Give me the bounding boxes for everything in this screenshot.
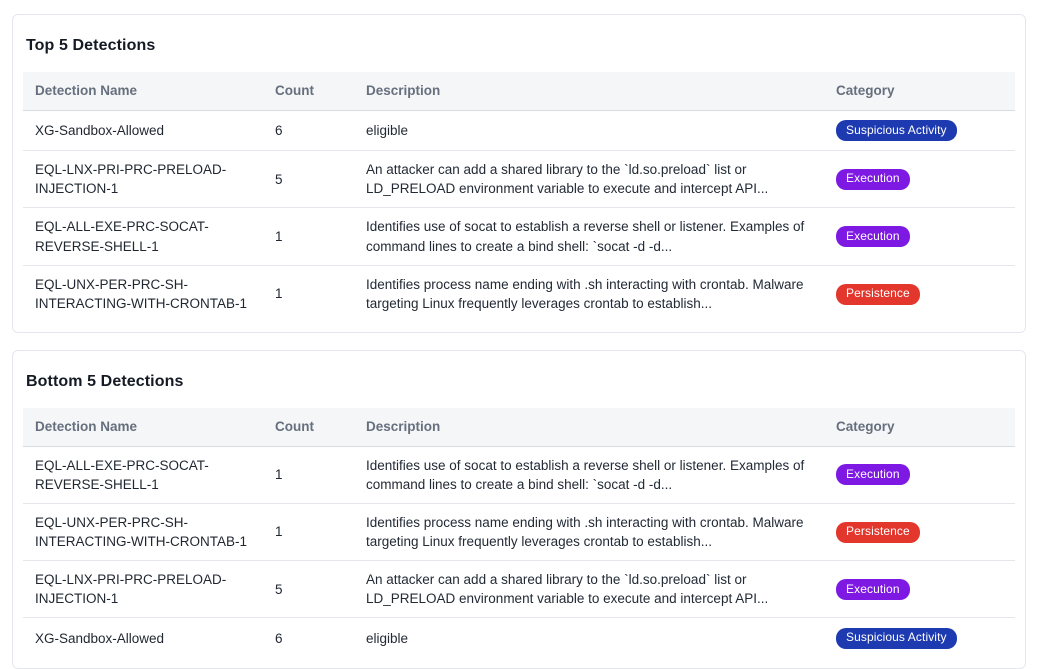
detection-name-cell: XG-Sandbox-Allowed: [23, 618, 263, 658]
description-cell: eligible: [354, 618, 824, 658]
detection-name-cell: EQL-LNX-PRI-PRC-PRELOAD-INJECTION-1: [23, 151, 263, 208]
bottom-detections-card: Bottom 5 Detections Detection Name Count…: [12, 350, 1026, 669]
column-header-description: Description: [354, 72, 824, 110]
table-row: EQL-ALL-EXE-PRC-SOCAT-REVERSE-SHELL-1 1 …: [23, 446, 1015, 503]
category-cell: Persistence: [824, 503, 1015, 560]
table-header-row: Detection Name Count Description Categor…: [23, 408, 1015, 446]
category-cell: Execution: [824, 208, 1015, 265]
top-detections-card: Top 5 Detections Detection Name Count De…: [12, 14, 1026, 333]
category-cell: Execution: [824, 561, 1015, 618]
description-cell: An attacker can add a shared library to …: [354, 561, 824, 618]
count-cell: 5: [263, 561, 354, 618]
category-cell: Suspicious Activity: [824, 110, 1015, 151]
category-badge: Persistence: [836, 284, 920, 305]
count-cell: 1: [263, 446, 354, 503]
category-badge: Suspicious Activity: [836, 120, 957, 141]
column-header-count: Count: [263, 408, 354, 446]
detection-name-cell: EQL-ALL-EXE-PRC-SOCAT-REVERSE-SHELL-1: [23, 446, 263, 503]
category-cell: Suspicious Activity: [824, 618, 1015, 658]
bottom-detections-title: Bottom 5 Detections: [23, 361, 1015, 408]
table-row: EQL-LNX-PRI-PRC-PRELOAD-INJECTION-1 5 An…: [23, 151, 1015, 208]
table-row: EQL-ALL-EXE-PRC-SOCAT-REVERSE-SHELL-1 1 …: [23, 208, 1015, 265]
count-cell: 6: [263, 110, 354, 151]
description-cell: Identifies use of socat to establish a r…: [354, 446, 824, 503]
description-cell: Identifies process name ending with .sh …: [354, 265, 824, 322]
category-badge: Execution: [836, 226, 910, 247]
category-badge: Execution: [836, 169, 910, 190]
detection-name-cell: EQL-ALL-EXE-PRC-SOCAT-REVERSE-SHELL-1: [23, 208, 263, 265]
column-header-detection-name: Detection Name: [23, 72, 263, 110]
detection-name-cell: EQL-LNX-PRI-PRC-PRELOAD-INJECTION-1: [23, 561, 263, 618]
column-header-detection-name: Detection Name: [23, 408, 263, 446]
category-badge: Persistence: [836, 522, 920, 543]
count-cell: 1: [263, 265, 354, 322]
table-row: EQL-LNX-PRI-PRC-PRELOAD-INJECTION-1 5 An…: [23, 561, 1015, 618]
table-row: XG-Sandbox-Allowed 6 eligible Suspicious…: [23, 618, 1015, 658]
description-cell: eligible: [354, 110, 824, 151]
bottom-detections-table: Detection Name Count Description Categor…: [23, 408, 1015, 658]
category-badge: Execution: [836, 464, 910, 485]
table-row: EQL-UNX-PER-PRC-SH-INTERACTING-WITH-CRON…: [23, 503, 1015, 560]
category-cell: Execution: [824, 151, 1015, 208]
description-cell: Identifies use of socat to establish a r…: [354, 208, 824, 265]
detection-name-cell: XG-Sandbox-Allowed: [23, 110, 263, 151]
top-detections-table: Detection Name Count Description Categor…: [23, 72, 1015, 322]
column-header-category: Category: [824, 408, 1015, 446]
category-cell: Execution: [824, 446, 1015, 503]
detection-name-cell: EQL-UNX-PER-PRC-SH-INTERACTING-WITH-CRON…: [23, 265, 263, 322]
category-cell: Persistence: [824, 265, 1015, 322]
description-cell: Identifies process name ending with .sh …: [354, 503, 824, 560]
count-cell: 1: [263, 503, 354, 560]
column-header-description: Description: [354, 408, 824, 446]
description-cell: An attacker can add a shared library to …: [354, 151, 824, 208]
column-header-category: Category: [824, 72, 1015, 110]
category-badge: Execution: [836, 579, 910, 600]
table-header-row: Detection Name Count Description Categor…: [23, 72, 1015, 110]
table-row: EQL-UNX-PER-PRC-SH-INTERACTING-WITH-CRON…: [23, 265, 1015, 322]
top-detections-title: Top 5 Detections: [23, 25, 1015, 72]
count-cell: 6: [263, 618, 354, 658]
column-header-count: Count: [263, 72, 354, 110]
count-cell: 1: [263, 208, 354, 265]
count-cell: 5: [263, 151, 354, 208]
table-row: XG-Sandbox-Allowed 6 eligible Suspicious…: [23, 110, 1015, 151]
detection-name-cell: EQL-UNX-PER-PRC-SH-INTERACTING-WITH-CRON…: [23, 503, 263, 560]
